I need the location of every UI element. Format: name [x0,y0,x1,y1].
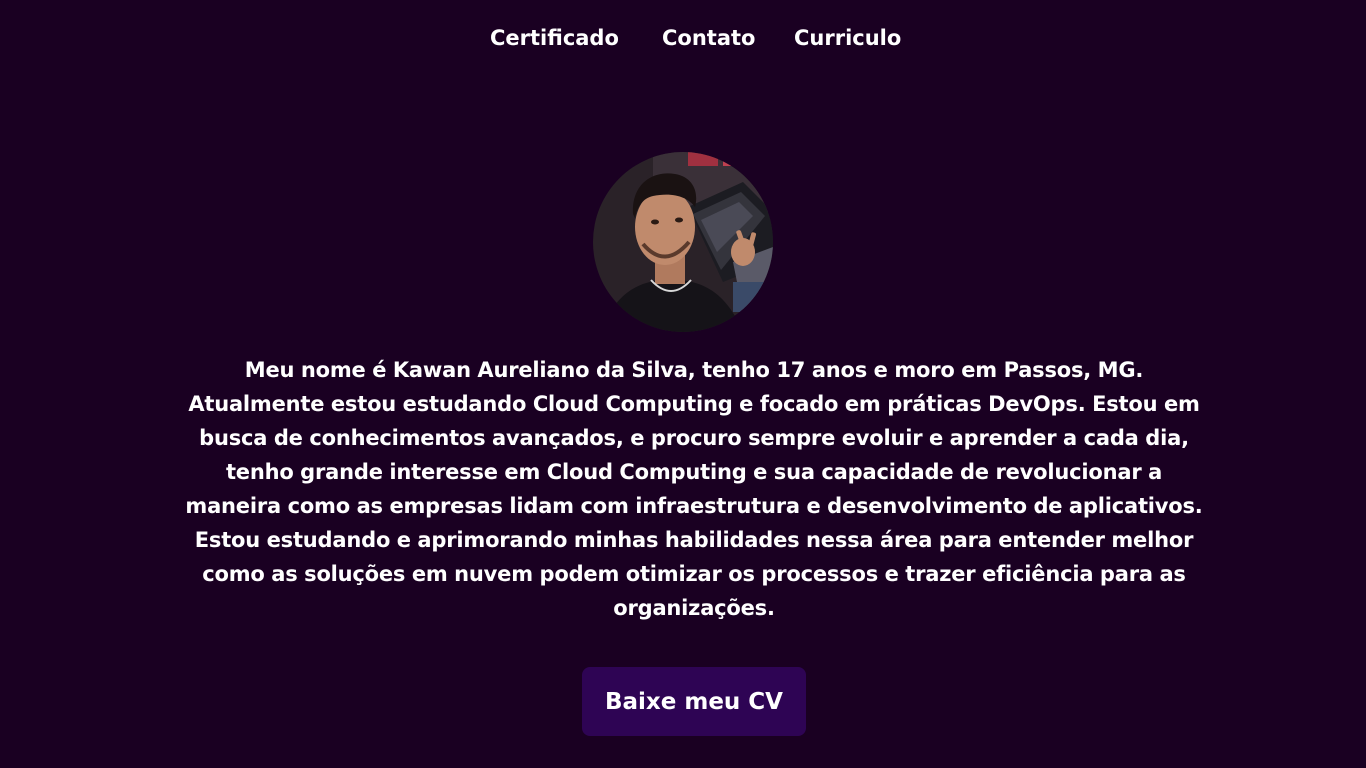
profile-photo-icon [593,152,773,332]
download-cv-button[interactable]: Baixe meu CV [582,667,806,736]
nav-link-contato[interactable]: Contato [662,24,755,52]
profile-avatar [593,152,773,332]
portfolio-page: Certificado Contato Curriculo Meu nome é… [0,0,1366,768]
nav-link-certificado[interactable]: Certificado [490,24,619,52]
bio-text: Meu nome é Kawan Aureliano da Silva, ten… [185,358,1203,620]
top-navigation: Certificado Contato Curriculo [0,24,1366,54]
nav-link-curriculo[interactable]: Curriculo [794,24,901,52]
